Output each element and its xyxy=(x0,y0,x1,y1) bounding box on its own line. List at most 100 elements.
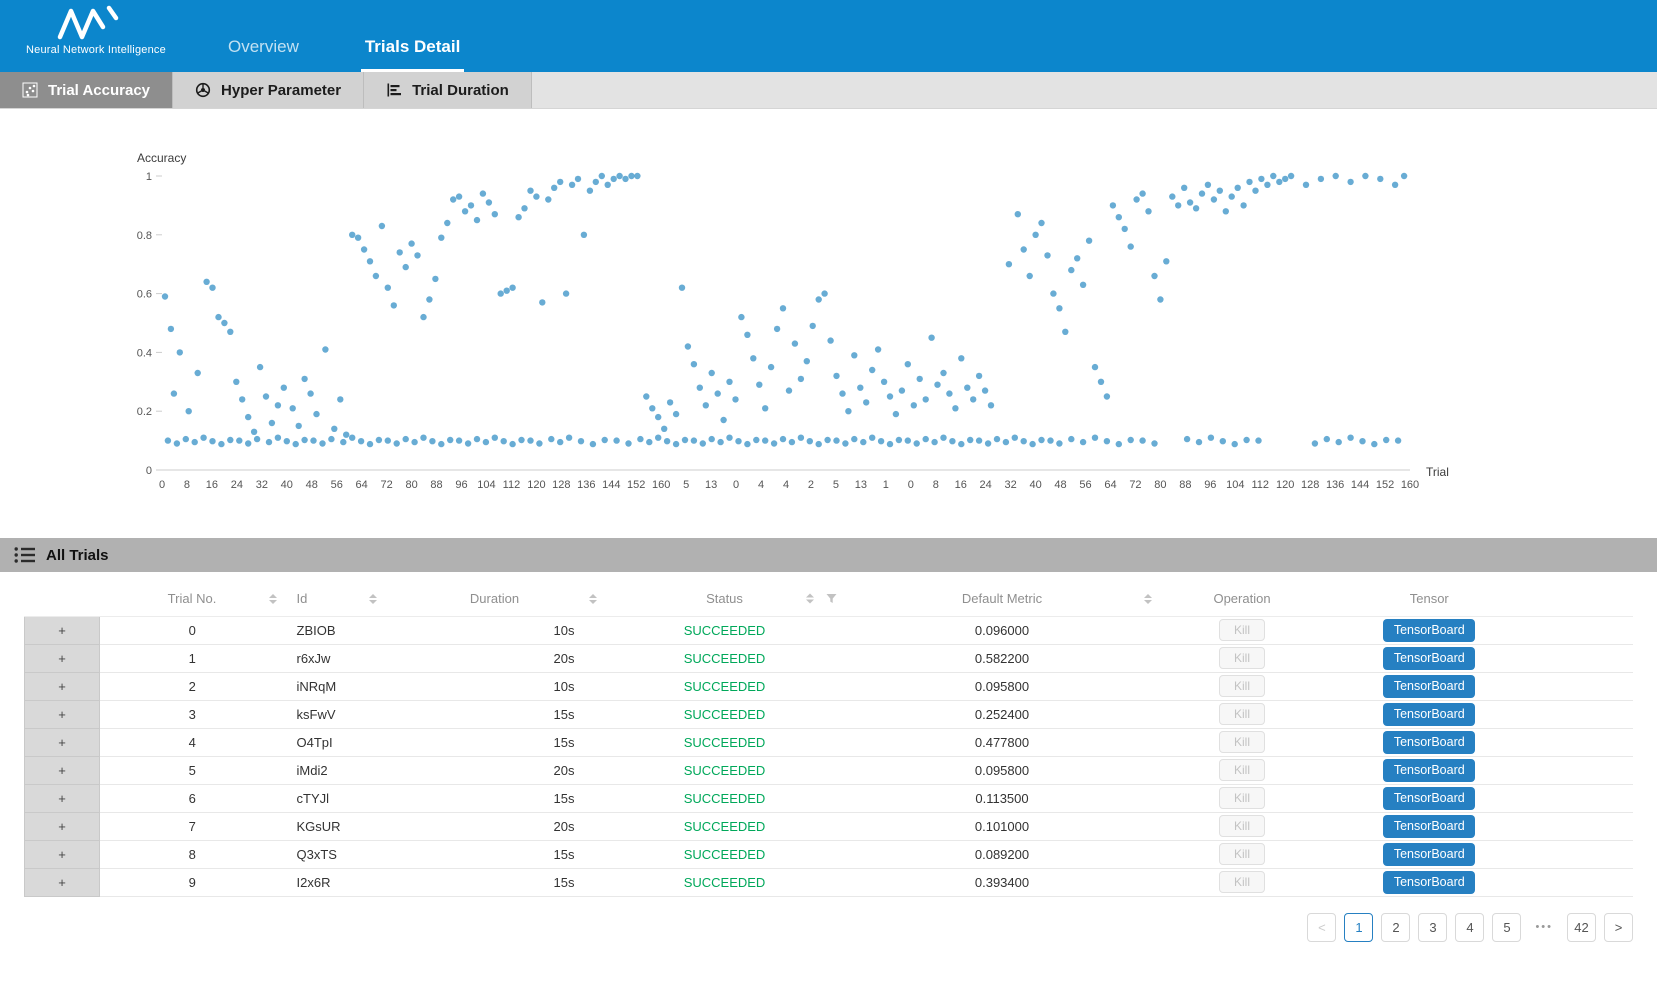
scatter-point[interactable] xyxy=(952,405,958,411)
scatter-point[interactable] xyxy=(682,437,688,443)
sort-icon[interactable] xyxy=(269,594,277,604)
scatter-point[interactable] xyxy=(1068,267,1074,273)
scatter-point[interactable] xyxy=(227,437,233,443)
scatter-point[interactable] xyxy=(869,367,875,373)
scatter-point[interactable] xyxy=(976,437,982,443)
scatter-point[interactable] xyxy=(860,439,866,445)
scatter-point[interactable] xyxy=(501,438,507,444)
scatter-point[interactable] xyxy=(1252,188,1258,194)
scatter-point[interactable] xyxy=(456,193,462,199)
scatter-point[interactable] xyxy=(474,217,480,223)
scatter-point[interactable] xyxy=(845,408,851,414)
scatter-point[interactable] xyxy=(480,190,486,196)
scatter-point[interactable] xyxy=(923,436,929,442)
scatter-point[interactable] xyxy=(1086,238,1092,244)
sort-icon[interactable] xyxy=(806,594,814,604)
scatter-point[interactable] xyxy=(209,285,215,291)
scatter-point[interactable] xyxy=(275,402,281,408)
scatter-point[interactable] xyxy=(807,438,813,444)
scatter-point[interactable] xyxy=(1044,252,1050,258)
scatter-point[interactable] xyxy=(875,346,881,352)
scatter-point[interactable] xyxy=(1092,435,1098,441)
scatter-point[interactable] xyxy=(1255,437,1261,443)
filter-icon[interactable] xyxy=(826,593,837,604)
scatter-point[interactable] xyxy=(664,438,670,444)
scatter-point[interactable] xyxy=(613,437,619,443)
kill-button[interactable]: Kill xyxy=(1219,843,1265,865)
scatter-point[interactable] xyxy=(709,370,715,376)
scatter-point[interactable] xyxy=(275,435,281,441)
scatter-point[interactable] xyxy=(1047,437,1053,443)
scatter-point[interactable] xyxy=(548,436,554,442)
scatter-point[interactable] xyxy=(1098,379,1104,385)
scatter-point[interactable] xyxy=(1021,438,1027,444)
scatter-point[interactable] xyxy=(536,440,542,446)
scatter-point[interactable] xyxy=(753,437,759,443)
scatter-point[interactable] xyxy=(539,299,545,305)
scatter-point[interactable] xyxy=(1128,243,1134,249)
scatter-point[interactable] xyxy=(1104,438,1110,444)
scatter-point[interactable] xyxy=(301,437,307,443)
scatter-point[interactable] xyxy=(192,439,198,445)
scatter-point[interactable] xyxy=(1032,232,1038,238)
scatter-point[interactable] xyxy=(1027,273,1033,279)
scatter-point[interactable] xyxy=(200,435,206,441)
scatter-point[interactable] xyxy=(786,387,792,393)
scatter-point[interactable] xyxy=(1139,437,1145,443)
scatter-point[interactable] xyxy=(245,440,251,446)
scatter-point[interactable] xyxy=(661,426,667,432)
scatter-point[interactable] xyxy=(245,414,251,420)
scatter-point[interactable] xyxy=(337,396,343,402)
scatter-point[interactable] xyxy=(521,205,527,211)
scatter-point[interactable] xyxy=(1258,176,1264,182)
scatter-point[interactable] xyxy=(602,437,608,443)
tensorboard-button[interactable]: TensorBoard xyxy=(1383,619,1475,642)
scatter-point[interactable] xyxy=(923,396,929,402)
scatter-point[interactable] xyxy=(750,355,756,361)
scatter-point[interactable] xyxy=(1282,176,1288,182)
scatter-point[interactable] xyxy=(1359,438,1365,444)
pagination-prev[interactable]: < xyxy=(1307,913,1336,942)
scatter-point[interactable] xyxy=(967,437,973,443)
scatter-point[interactable] xyxy=(1347,179,1353,185)
scatter-point[interactable] xyxy=(878,438,884,444)
scatter-point[interactable] xyxy=(165,437,171,443)
scatter-point[interactable] xyxy=(964,385,970,391)
tab-hyper-parameter[interactable]: Hyper Parameter xyxy=(173,72,364,108)
accuracy-chart[interactable]: AccuracyTrial00.20.40.60.810816243240485… xyxy=(0,148,1657,500)
scatter-point[interactable] xyxy=(403,264,409,270)
scatter-point[interactable] xyxy=(1104,393,1110,399)
scatter-point[interactable] xyxy=(798,435,804,441)
scatter-point[interactable] xyxy=(599,173,605,179)
scatter-point[interactable] xyxy=(319,440,325,446)
scatter-point[interactable] xyxy=(655,435,661,441)
kill-button[interactable]: Kill xyxy=(1219,703,1265,725)
scatter-point[interactable] xyxy=(379,223,385,229)
scatter-point[interactable] xyxy=(1333,173,1339,179)
scatter-point[interactable] xyxy=(1021,246,1027,252)
scatter-point[interactable] xyxy=(1401,173,1407,179)
scatter-point[interactable] xyxy=(498,290,504,296)
scatter-point[interactable] xyxy=(1392,182,1398,188)
col-id[interactable]: Id xyxy=(285,582,385,616)
scatter-point[interactable] xyxy=(703,402,709,408)
scatter-point[interactable] xyxy=(468,202,474,208)
scatter-point[interactable] xyxy=(1211,196,1217,202)
scatter-point[interactable] xyxy=(355,235,361,241)
scatter-point[interactable] xyxy=(1015,211,1021,217)
scatter-point[interactable] xyxy=(1163,258,1169,264)
scatter-point[interactable] xyxy=(551,185,557,191)
scatter-point[interactable] xyxy=(1080,282,1086,288)
scatter-point[interactable] xyxy=(227,329,233,335)
scatter-point[interactable] xyxy=(563,290,569,296)
scatter-point[interactable] xyxy=(839,390,845,396)
scatter-point[interactable] xyxy=(715,390,721,396)
scatter-point[interactable] xyxy=(928,335,934,341)
scatter-point[interactable] xyxy=(768,364,774,370)
scatter-point[interactable] xyxy=(1056,305,1062,311)
scatter-point[interactable] xyxy=(483,439,489,445)
scatter-point[interactable] xyxy=(391,302,397,308)
scatter-point[interactable] xyxy=(1003,439,1009,445)
scatter-point[interactable] xyxy=(349,232,355,238)
scatter-point[interactable] xyxy=(177,349,183,355)
